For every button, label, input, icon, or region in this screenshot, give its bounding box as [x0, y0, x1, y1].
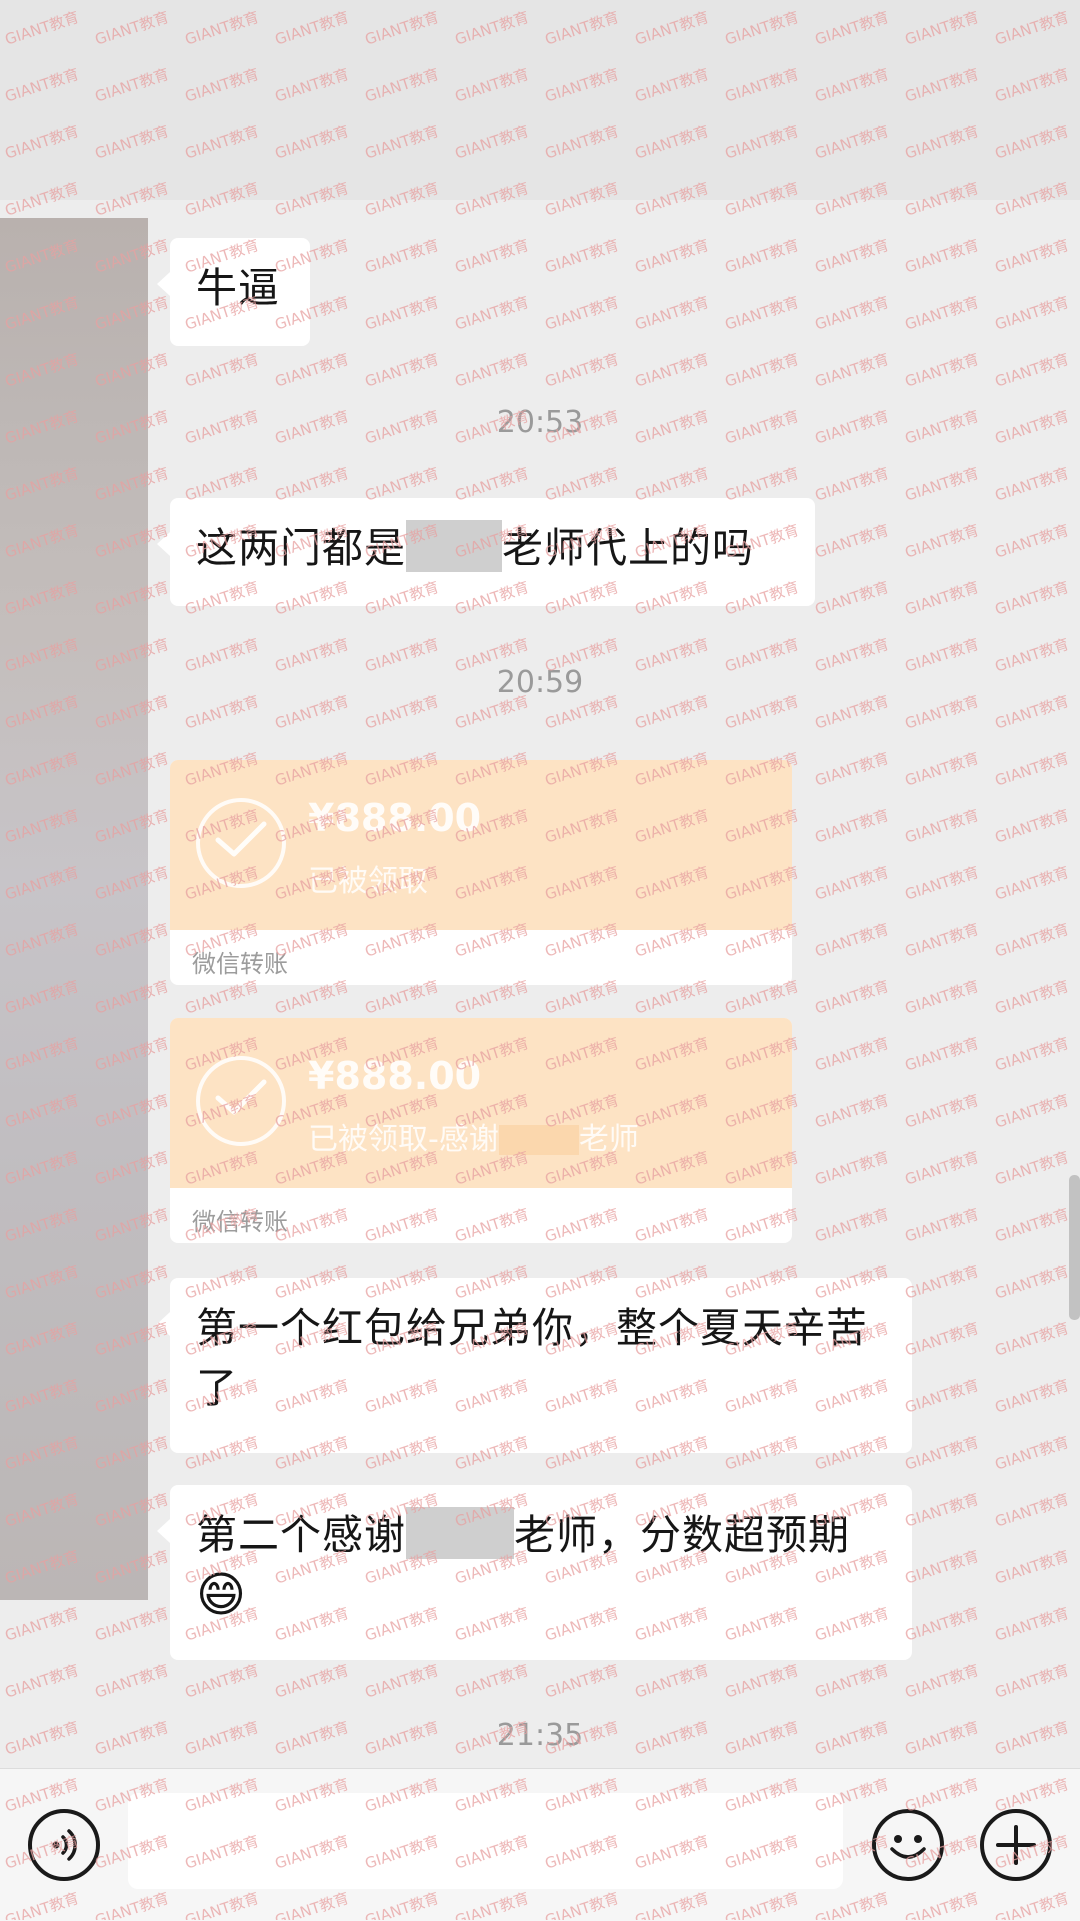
chat-header-blurred: [0, 0, 1080, 200]
bubble-tail: [157, 272, 170, 296]
transfer-status: 已被领取: [308, 864, 428, 899]
transfer-amount: ¥888.00: [308, 1054, 482, 1098]
message-bubble[interactable]: 牛逼: [157, 238, 310, 346]
transfer-card[interactable]: ¥888.00 已被领取 微信转账: [170, 760, 792, 985]
message-text: 第一个红包给兄弟你，整个夏天辛苦了: [196, 1304, 868, 1412]
message-bubble[interactable]: 这两门都是 老师代上的吗: [157, 498, 815, 606]
bubble-tail: [157, 1312, 170, 1336]
bubble-tail: [157, 1519, 170, 1543]
transfer-status-part: 已被领取-感谢: [308, 1122, 499, 1157]
message-input[interactable]: [128, 1793, 843, 1889]
message-bubble[interactable]: 第二个感谢 老师，分数超预期 😄: [157, 1485, 912, 1660]
check-icon: [196, 1056, 286, 1146]
message-bubble[interactable]: 第一个红包给兄弟你，整个夏天辛苦了: [157, 1278, 912, 1453]
bubble-tail: [157, 532, 170, 556]
timestamp: 20:53: [496, 405, 584, 440]
transfer-amount: ¥888.00: [308, 796, 482, 840]
grinning-face-emoji: 😄: [196, 1567, 248, 1623]
scrollbar-thumb[interactable]: [1069, 1175, 1080, 1320]
plus-icon[interactable]: [980, 1809, 1052, 1881]
timestamp: 21:35: [496, 1718, 584, 1753]
message-text: 牛逼: [196, 264, 280, 312]
emoji-icon[interactable]: [872, 1809, 944, 1881]
voice-icon[interactable]: [28, 1809, 100, 1881]
message-text-part: 老师，分数超预期: [514, 1511, 850, 1559]
transfer-label: 微信转账: [192, 950, 288, 978]
message-text-part: 老师代上的吗: [502, 524, 754, 572]
transfer-status-part: 老师: [578, 1122, 639, 1157]
transfer-label: 微信转账: [192, 1208, 288, 1236]
message-text-part: 第二个感谢: [196, 1511, 406, 1559]
transfer-card[interactable]: ¥888.00 已被领取-感谢 老师 微信转账: [170, 1018, 792, 1243]
transfer-status: 已被领取-感谢 老师: [308, 1114, 639, 1158]
redacted-name: [406, 1507, 514, 1559]
redacted-name: [406, 520, 502, 572]
input-bar: [0, 1768, 1080, 1921]
message-text-part: 这两门都是: [196, 524, 406, 572]
check-icon: [196, 798, 286, 888]
redacted-name: [498, 1125, 579, 1155]
timestamp: 20:59: [496, 665, 584, 700]
